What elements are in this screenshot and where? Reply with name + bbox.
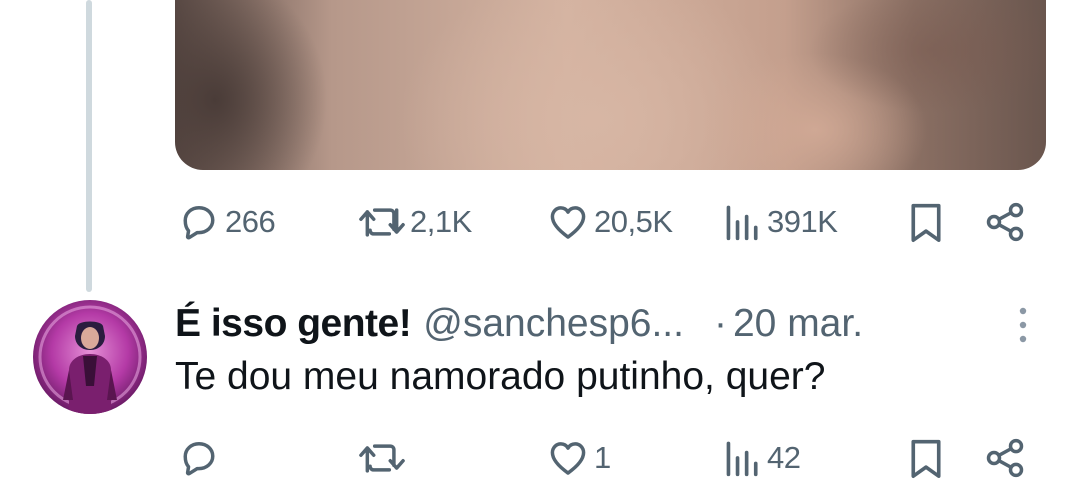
bookmark-button[interactable]: [906, 428, 946, 488]
views-count: 42: [767, 440, 801, 475]
bookmark-button[interactable]: [906, 192, 946, 252]
tweet-action-bar: 266 2,1K 20,5K 391K: [175, 192, 1035, 252]
like-count: 1: [594, 440, 611, 475]
bar-chart-icon: [723, 436, 763, 480]
like-button[interactable]: 20,5K: [546, 192, 673, 252]
reply-icon: [177, 436, 221, 480]
reply-icon: [177, 200, 221, 244]
avatar[interactable]: [33, 300, 147, 414]
retweet-icon: [358, 436, 406, 480]
reply-text: Te dou meu namorado putinho, quer?: [175, 355, 826, 398]
tweet-media-image[interactable]: [175, 0, 1046, 170]
reply-button[interactable]: 266: [177, 192, 276, 252]
retweet-button[interactable]: 2,1K: [358, 192, 472, 252]
bookmark-icon: [906, 436, 946, 480]
bookmark-icon: [906, 200, 946, 244]
retweet-icon: [358, 200, 406, 244]
share-icon: [983, 436, 1027, 480]
separator-dot: ·: [713, 302, 727, 345]
reply-count: 266: [225, 204, 276, 239]
author-handle[interactable]: @sanchesp6...: [423, 302, 684, 346]
avatar-illustration: [38, 305, 142, 414]
thread-connector-line: [86, 0, 92, 292]
reply-button[interactable]: [177, 428, 225, 488]
like-count: 20,5K: [594, 204, 673, 239]
like-button[interactable]: 1: [546, 428, 611, 488]
reply-action-bar: 1 42: [175, 428, 1035, 488]
vertical-dots-icon: [1019, 307, 1027, 343]
author-name[interactable]: É isso gente!: [175, 302, 412, 346]
bar-chart-icon: [723, 200, 763, 244]
views-button[interactable]: 42: [723, 428, 801, 488]
retweet-button[interactable]: [358, 428, 410, 488]
reply-header: É isso gente! @sanchesp6... · 20 mar.: [175, 296, 863, 352]
share-button[interactable]: [983, 428, 1027, 488]
heart-icon: [546, 436, 590, 480]
share-button[interactable]: [983, 192, 1027, 252]
heart-icon: [546, 200, 590, 244]
retweet-count: 2,1K: [410, 204, 472, 239]
views-button[interactable]: 391K: [723, 192, 838, 252]
more-options-button[interactable]: [1015, 305, 1031, 345]
views-count: 391K: [767, 204, 838, 239]
post-date[interactable]: 20 mar.: [733, 302, 863, 346]
share-icon: [983, 200, 1027, 244]
